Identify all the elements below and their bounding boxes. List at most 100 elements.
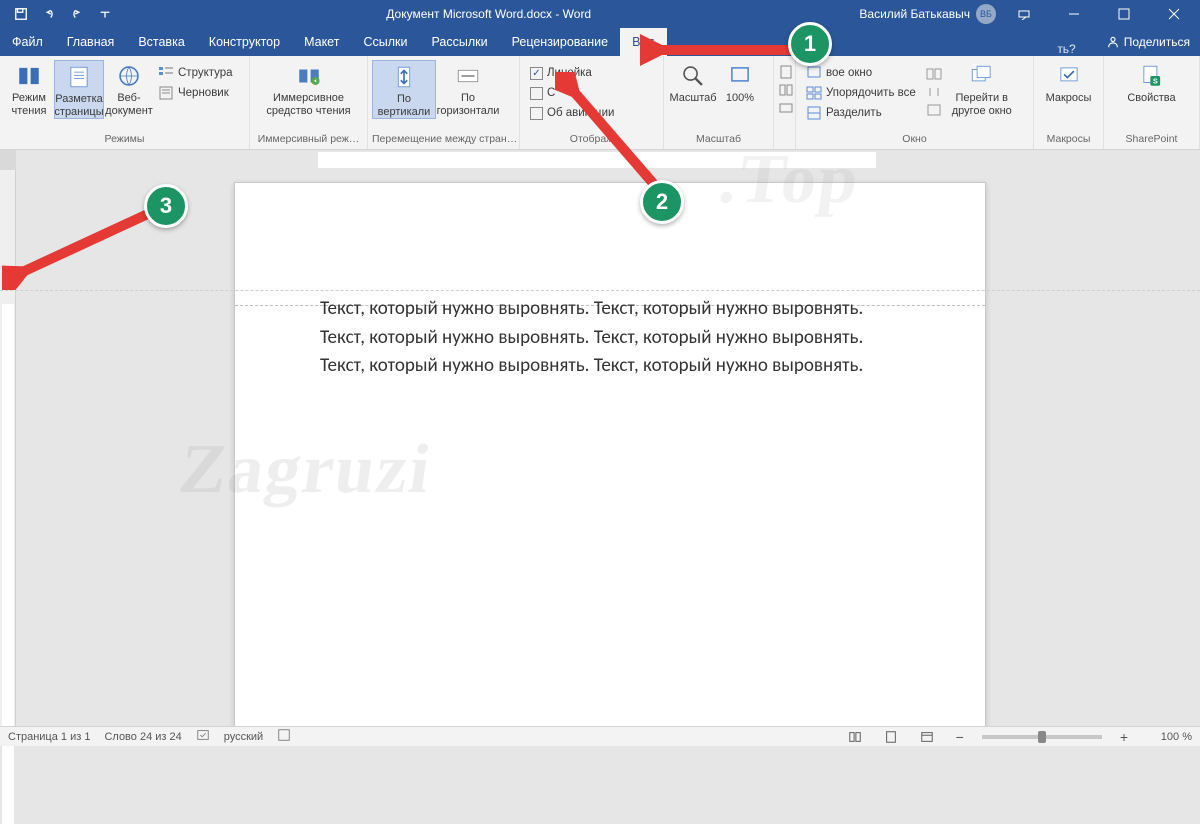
multi-page-icon[interactable] [778, 82, 794, 98]
zoom-100-button[interactable]: 100% [718, 60, 762, 105]
web-layout-icon [115, 62, 143, 90]
user-name[interactable]: Василий Батькавыч [859, 7, 970, 21]
status-words[interactable]: Слово 24 из 24 [104, 731, 181, 743]
arrange-all-button[interactable]: Упорядочить все [806, 84, 916, 102]
group-show: ✓Линейка С Об авигации Отображ [520, 56, 664, 149]
group-sharepoint: S Свойства SharePoint [1104, 56, 1200, 149]
maximize-button[interactable] [1102, 0, 1146, 28]
zoom-button[interactable]: Масштаб [668, 60, 718, 105]
side-by-side-icon[interactable] [926, 66, 942, 82]
immersive-reader-button[interactable]: Иммерсивное средство чтения [259, 60, 359, 117]
ruler-corner [0, 150, 16, 170]
page-width-icon[interactable] [778, 100, 794, 116]
group-label-macros: Макросы [1034, 133, 1103, 149]
group-views: Режим чтения Разметка страницы Веб- доку… [0, 56, 250, 149]
checkbox-icon [530, 107, 543, 120]
outline-button[interactable]: Структура [158, 64, 233, 82]
ribbon-options-button[interactable] [1002, 0, 1046, 28]
watermark: Zagruzi [174, 430, 436, 510]
sync-scroll-icon[interactable] [926, 84, 942, 100]
horizontal-move-button[interactable]: По горизонтали [436, 60, 500, 117]
gridlines-checkbox[interactable]: С [530, 84, 614, 102]
tab-file[interactable]: Файл [0, 28, 55, 56]
split-button[interactable]: Разделить [806, 104, 916, 122]
minimize-button[interactable] [1052, 0, 1096, 28]
group-page-options [774, 56, 796, 149]
view-web-layout-button[interactable] [916, 728, 938, 746]
undo-button[interactable] [36, 1, 62, 27]
tab-review[interactable]: Рецензирование [500, 28, 621, 56]
vertical-move-icon [390, 63, 418, 91]
tab-references[interactable]: Ссылки [351, 28, 419, 56]
annotation-badge-3: 3 [144, 184, 188, 228]
properties-button[interactable]: S Свойства [1127, 60, 1177, 105]
zoom-in-button[interactable]: + [1116, 729, 1132, 745]
save-button[interactable] [8, 1, 34, 27]
tab-home[interactable]: Главная [55, 28, 127, 56]
zoom-100-icon [726, 62, 754, 90]
sharepoint-icon: S [1138, 62, 1166, 90]
tell-me-search[interactable]: ть? [1057, 42, 1095, 56]
window-title: Документ Microsoft Word.docx - Word [118, 7, 859, 21]
immersive-reader-icon [295, 62, 323, 90]
redo-button[interactable] [64, 1, 90, 27]
svg-text:S: S [1152, 76, 1157, 85]
navpane-checkbox[interactable]: Об авигации [530, 104, 614, 122]
zoom-out-button[interactable]: − [952, 729, 968, 745]
macros-icon [1055, 62, 1083, 90]
watermark: .Top [714, 140, 865, 220]
group-page-movement: По вертикали По горизонтали Перемещение … [368, 56, 520, 149]
zoom-slider[interactable] [982, 735, 1102, 739]
view-read-mode-button[interactable] [844, 728, 866, 746]
vertical-move-button[interactable]: По вертикали [372, 60, 436, 119]
group-label-show: Отображ [520, 133, 663, 149]
macros-button[interactable]: Макросы [1044, 60, 1094, 105]
status-accessibility-icon[interactable] [277, 728, 291, 745]
print-layout-button[interactable]: Разметка страницы [54, 60, 104, 119]
reset-window-icon[interactable] [926, 102, 942, 118]
status-language[interactable]: русский [224, 731, 263, 743]
status-proofing-icon[interactable] [196, 728, 210, 745]
group-window: вое окно Упорядочить все Разделить Перей… [796, 56, 1034, 149]
group-zoom: Масштаб 100% Масштаб [664, 56, 774, 149]
annotation-badge-1: 1 [788, 22, 832, 66]
horizontal-ruler[interactable] [16, 150, 1200, 170]
group-immersive: Иммерсивное средство чтения Иммерсивный … [250, 56, 368, 149]
group-label-page-movement: Перемещение между стран… [368, 133, 519, 149]
group-label-immersive: Иммерсивный реж… [250, 133, 367, 149]
new-window-button[interactable]: вое окно [806, 64, 916, 82]
horizontal-move-icon [454, 62, 482, 90]
work-area [0, 170, 1200, 726]
close-button[interactable] [1152, 0, 1196, 28]
tab-layout[interactable]: Макет [292, 28, 351, 56]
switch-windows-button[interactable]: Перейти в другое окно [950, 60, 1014, 117]
ribbon-tabs: Файл Главная Вставка Конструктор Макет С… [0, 28, 1200, 56]
print-layout-icon [65, 63, 93, 91]
group-label-sharepoint: SharePoint [1104, 133, 1199, 149]
tab-mailings[interactable]: Рассылки [419, 28, 499, 56]
zoom-icon [679, 62, 707, 90]
tab-view[interactable]: Вид [620, 28, 667, 56]
tab-insert[interactable]: Вставка [126, 28, 196, 56]
tab-design[interactable]: Конструктор [197, 28, 292, 56]
one-page-icon[interactable] [778, 64, 794, 80]
checkbox-icon [530, 87, 543, 100]
web-layout-button[interactable]: Веб- документ [104, 60, 154, 117]
view-print-layout-button[interactable] [880, 728, 902, 746]
draft-button[interactable]: Черновик [158, 84, 233, 102]
horizontal-ruler-area [0, 150, 1200, 170]
quick-access-toolbar [0, 1, 118, 27]
title-right: Василий Батькавыч ВБ [859, 0, 1200, 28]
share-button[interactable]: Поделиться [1096, 28, 1200, 56]
read-mode-button[interactable]: Режим чтения [4, 60, 54, 117]
status-page[interactable]: Страница 1 из 1 [8, 731, 90, 743]
ribbon: Режим чтения Разметка страницы Веб- доку… [0, 56, 1200, 150]
vertical-ruler[interactable] [0, 170, 16, 726]
zoom-value[interactable]: 100 % [1146, 731, 1192, 743]
user-avatar[interactable]: ВБ [976, 4, 996, 24]
document-body-text[interactable]: Текст, который нужно выровнять. Текст, к… [320, 295, 870, 381]
qat-customize-icon[interactable] [92, 1, 118, 27]
status-bar: Страница 1 из 1 Слово 24 из 24 русский −… [0, 726, 1200, 746]
ruler-checkbox[interactable]: ✓Линейка [530, 64, 614, 82]
title-bar: Документ Microsoft Word.docx - Word Васи… [0, 0, 1200, 28]
